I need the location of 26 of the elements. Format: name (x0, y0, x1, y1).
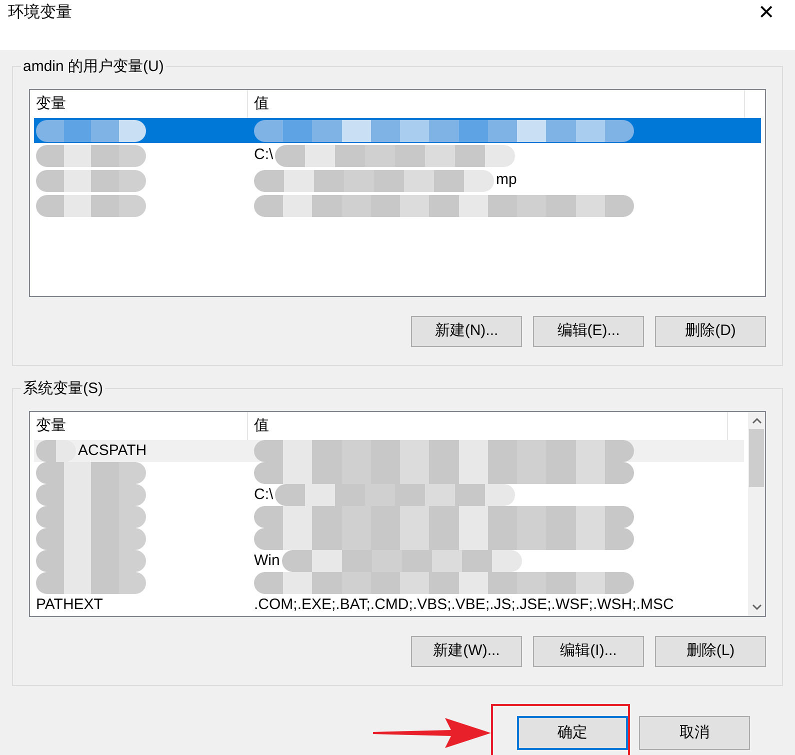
dialog-button[interactable]: 确定 (517, 716, 628, 750)
cell-text: .COM;.EXE;.BAT;.CMD;.VBS;.VBE;.JS;.JSE;.WSF;.WSH;.MSC (254, 594, 674, 615)
action-button[interactable]: 新建(W)... (411, 636, 522, 667)
table-row[interactable]: Win (34, 550, 744, 572)
cell-text: C:\ (254, 145, 274, 166)
action-button[interactable]: 删除(D) (655, 316, 766, 347)
action-button[interactable]: 编辑(I)... (533, 636, 644, 667)
table-row[interactable]: mp (34, 168, 761, 193)
action-button[interactable]: 编辑(E)... (533, 316, 644, 347)
close-button[interactable]: ✕ (758, 1, 775, 23)
table-row[interactable] (34, 118, 761, 143)
action-button[interactable]: 新建(N)... (411, 316, 522, 347)
cell-text: ACSPATH (78, 440, 147, 461)
cell-text: C:\ (254, 484, 274, 505)
table-row[interactable]: ACSPATH (34, 440, 744, 462)
cell-text: mp (496, 170, 517, 190)
window-title: 环境变量 (8, 2, 72, 23)
dialog-button[interactable]: 取消 (639, 716, 750, 750)
action-button[interactable]: 删除(L) (655, 636, 766, 667)
table-row[interactable]: C:\ (34, 143, 761, 168)
cell-text: PATHEXT (36, 594, 103, 615)
table-row[interactable]: PATHEXT .COM;.EXE;.BAT;.CMD;.VBS;.VBE;.JS;.JSE;.WSF;.WSH;.MSC (34, 594, 744, 616)
scrollbar[interactable] (748, 412, 765, 616)
table-row[interactable]: C:\ (34, 484, 744, 506)
scrollbar-thumb[interactable] (749, 429, 764, 487)
cell-text: Win (254, 550, 280, 571)
